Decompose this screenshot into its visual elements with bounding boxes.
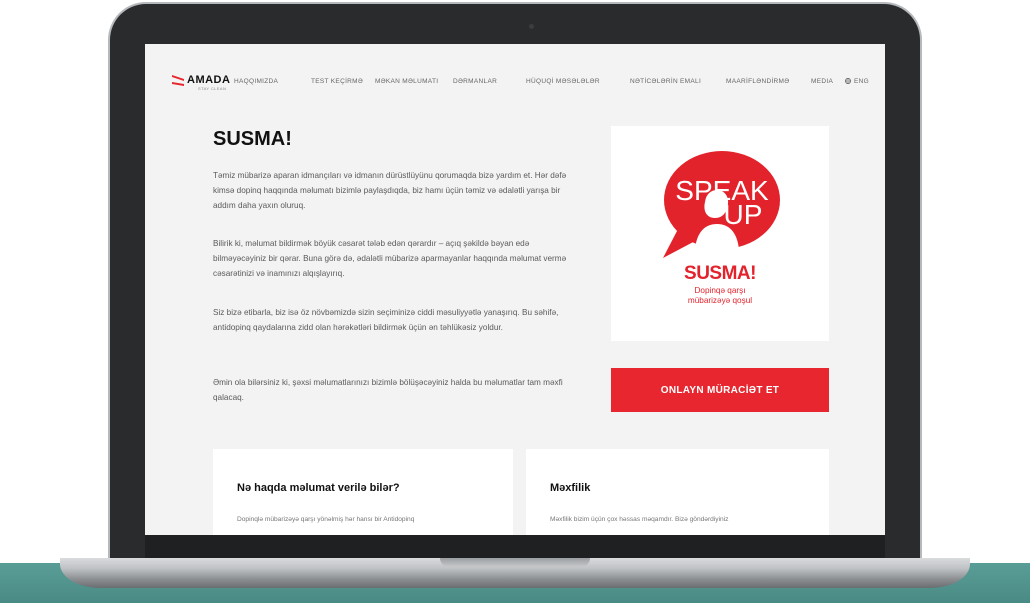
info-card-text: Dopinqlə mübarizəyə qarşı yönəlmiş hər h… <box>237 516 415 523</box>
page-title: SUSMA! <box>213 128 292 150</box>
nav-item-haqqimizda[interactable]: HAQQIMIZDA <box>234 78 278 85</box>
intro-paragraph-3: Siz bizə etibarla, biz isə öz növbəmizdə… <box>213 308 559 332</box>
intro-paragraph-1: Təmiz mübarizə aparan idmançıları və idm… <box>213 171 567 210</box>
nav-item-mekan-melumati[interactable]: MƏKAN MƏLUMATI <box>375 78 438 85</box>
nav-item-maariflendirme[interactable]: MAARİFLƏNDİRMƏ <box>726 78 789 85</box>
nav-item-huquqi-meseleler[interactable]: HÜQUQİ MƏSƏLƏLƏR <box>526 78 600 85</box>
nav-item-dermanlar[interactable]: DƏRMANLAR <box>453 78 497 85</box>
online-report-button[interactable]: ONLAYN MÜRACİƏT ET <box>611 368 829 412</box>
laptop-opening-notch <box>440 558 590 567</box>
info-card-confidentiality: Məxfilik Məxfilik bizim üçün çox həssas … <box>526 449 829 535</box>
logo-text: AMADA <box>187 74 231 86</box>
intro-paragraph-4: Əmin ola bilərsiniz ki, şəxsi məlumatlar… <box>213 378 563 402</box>
camera-dot <box>529 24 534 29</box>
speak-card-subtitle-1: Dopinqə qarşı <box>694 286 746 295</box>
nav-item-media[interactable]: MEDIA <box>811 78 833 85</box>
laptop-screen: AMADA STAY CLEAN HAQQIMIZDA TEST KEÇİRMƏ… <box>145 44 885 535</box>
info-card-title: Nə haqda məlumat verilə bilər? <box>237 482 400 494</box>
language-switch-eng[interactable]: ENG <box>854 78 869 85</box>
speak-card-title: SUSMA! <box>684 263 756 284</box>
info-card-text: Məxfilik bizim üçün çox həssas məqamdır.… <box>550 516 729 523</box>
speak-up-bubble-icon: SPEAK UP <box>663 151 780 258</box>
intro-paragraph-2: Bilirik ki, məlumat bildirmək böyük cəsa… <box>213 239 567 278</box>
up-text: UP <box>724 199 763 230</box>
laptop-bezel-bottom <box>145 535 885 558</box>
globe-icon <box>845 78 851 84</box>
nav-item-test-kecirme[interactable]: TEST KEÇİRMƏ <box>311 78 363 85</box>
speak-up-image: SPEAK UP SUSMA! Dopinqə qarşı mübarizəyə… <box>611 126 829 341</box>
nav-item-neticelerin-emali[interactable]: NƏTİCƏLƏRİN EMALI <box>630 78 701 85</box>
logo-subtext: STAY CLEAN <box>198 86 227 91</box>
speak-card-subtitle-2: mübarizəyə qoşul <box>687 296 753 305</box>
top-navigation: AMADA STAY CLEAN HAQQIMIZDA TEST KEÇİRMƏ… <box>145 72 885 92</box>
info-card-title: Məxfilik <box>550 482 591 494</box>
amada-logo-icon <box>172 75 184 86</box>
info-card-what-to-report: Nə haqda məlumat verilə bilər? Dopinqlə … <box>213 449 513 535</box>
